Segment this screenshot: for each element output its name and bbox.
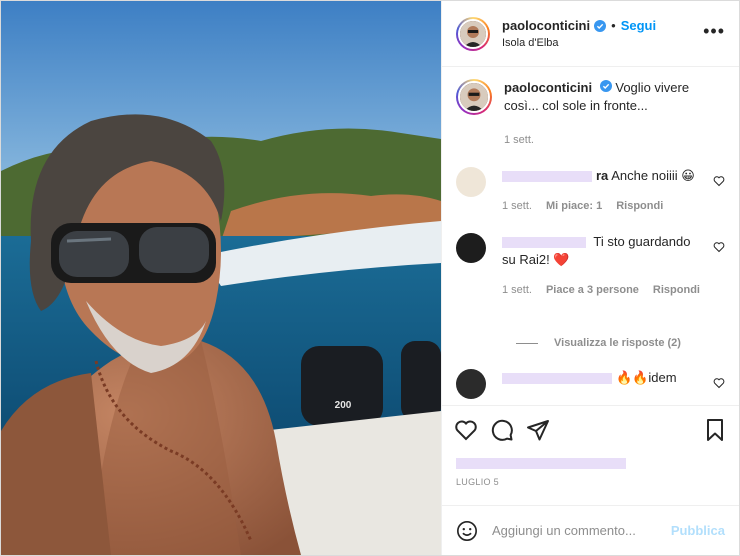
comment-likes[interactable]: Mi piace: 1 (546, 197, 602, 215)
avatar-portrait-icon (460, 83, 488, 111)
avatar-photo (458, 18, 488, 49)
heart-icon[interactable] (454, 418, 478, 442)
commenter-avatar[interactable] (456, 167, 486, 197)
replies-divider (516, 342, 538, 344)
comments-list: paoloconticini Voglio vivere così... col… (442, 67, 739, 405)
caption-time[interactable]: 1 sett. (504, 131, 725, 149)
redacted-username (502, 237, 586, 249)
comment-item: ra Anche noiiii 😀 1 sett. Mi piace: 1 Ri… (456, 167, 725, 215)
comment-text: Anche noiiii 😀 (611, 168, 695, 183)
publish-button[interactable]: Pubblica (671, 523, 725, 538)
comment-icon[interactable] (490, 418, 514, 442)
redacted-likes (456, 457, 626, 469)
post-caption: paoloconticini Voglio vivere così... col… (456, 79, 725, 149)
avatar-portrait-icon (460, 20, 486, 47)
instagram-post-modal: 200 paoloconticini • Segui Isola d'Elba … (0, 0, 740, 556)
commenter-avatar[interactable] (456, 369, 486, 399)
heart-icon[interactable] (713, 241, 725, 253)
separator-dot: • (611, 18, 616, 33)
caption-avatar[interactable] (456, 79, 492, 115)
author-username[interactable]: paoloconticini (502, 18, 590, 33)
bookmark-icon[interactable] (703, 418, 727, 442)
post-location[interactable]: Isola d'Elba (502, 37, 703, 49)
comment-item: Ti sto guardando su Rai2! ❤️ 1 sett. Pia… (456, 233, 725, 299)
comment-time[interactable]: 1 sett. (502, 281, 532, 299)
likes-summary[interactable] (442, 453, 739, 473)
verified-badge-icon (594, 19, 607, 32)
follow-button[interactable]: Segui (621, 18, 656, 33)
view-replies-label: Visualizza le risposte (2) (554, 337, 681, 349)
heart-icon[interactable] (713, 175, 725, 187)
comment-likes[interactable]: Piace a 3 persone (546, 281, 639, 299)
post-header: paoloconticini • Segui Isola d'Elba ••• (442, 1, 739, 67)
heart-icon[interactable] (713, 377, 725, 389)
post-date[interactable]: LUGLIO 5 (442, 473, 739, 495)
reply-button[interactable]: Rispondi (616, 197, 663, 215)
commenter-avatar[interactable] (456, 233, 486, 263)
commenter-username[interactable]: ra (596, 168, 608, 183)
selfie-image: 200 (1, 1, 441, 555)
comment-time[interactable]: 1 sett. (502, 197, 532, 215)
comment-input[interactable]: Aggiungi un commento... (492, 523, 671, 538)
verified-badge-icon (599, 80, 612, 92)
add-comment-bar: Aggiungi un commento... Pubblica (442, 505, 739, 555)
share-icon[interactable] (526, 418, 550, 442)
more-options-button[interactable]: ••• (703, 21, 725, 46)
caption-username[interactable]: paoloconticini (504, 80, 592, 95)
post-actions (442, 405, 739, 453)
engine-label: 200 (335, 400, 352, 411)
post-photo[interactable]: 200 (1, 1, 441, 555)
header-text: paoloconticini • Segui Isola d'Elba (502, 18, 703, 49)
caption-text-block: paoloconticini Voglio vivere così... col… (504, 79, 725, 149)
comment-text: 🔥🔥idem (616, 370, 677, 385)
emoji-icon[interactable] (456, 520, 478, 542)
view-replies-button[interactable]: Visualizza le risposte (2) (516, 337, 725, 349)
author-avatar[interactable] (456, 16, 490, 51)
post-sidebar: paoloconticini • Segui Isola d'Elba ••• (441, 1, 739, 555)
comment-item: 🔥🔥idem (456, 369, 725, 399)
redacted-username (502, 373, 612, 385)
reply-button[interactable]: Rispondi (653, 281, 700, 299)
redacted-username (502, 171, 592, 183)
